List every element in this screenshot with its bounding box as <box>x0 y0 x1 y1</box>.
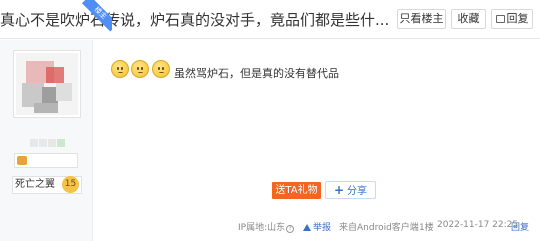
reply-button[interactable]: 回复 <box>491 9 533 29</box>
level-badge: 15 <box>62 176 79 193</box>
share-button-label: 分享 <box>347 186 368 197</box>
post-source: 来自Android客户端 <box>339 223 419 233</box>
host-badge-label: 楼主 <box>81 0 112 32</box>
favorite-button[interactable]: 收藏 <box>451 9 486 29</box>
ip-location: IP属地:山东? <box>238 220 295 233</box>
help-icon[interactable]: ? <box>286 225 295 233</box>
author-sidebar: 死亡之翼 15 <box>0 40 93 241</box>
sad-face-icon <box>131 60 149 78</box>
share-button[interactable]: + 分享 <box>325 181 376 199</box>
avatar[interactable] <box>13 50 81 118</box>
fan-badge-icon <box>17 156 27 165</box>
sad-face-icon <box>152 60 170 78</box>
send-gift-button[interactable]: 送TA礼物 <box>272 182 321 199</box>
sad-face-icon <box>111 60 129 78</box>
plus-icon: + <box>333 183 345 197</box>
thread-title: 真心不是吹炉石传说，炉石真的没对手，竟品们都是些什... <box>0 11 390 29</box>
ip-location-text: IP属地:山东 <box>238 223 286 233</box>
reply-button-label: 回复 <box>506 12 529 25</box>
report-link[interactable]: 举报 <box>303 220 331 233</box>
user-title-name: 死亡之翼 <box>15 179 55 190</box>
reply-icon <box>495 15 505 23</box>
floor-number: 1楼 <box>419 223 434 233</box>
reply-link[interactable]: 回复 <box>511 220 529 233</box>
avatar-image <box>16 53 78 115</box>
only-host-button[interactable]: 只看楼主 <box>397 9 446 29</box>
post-content: 虽然骂炉石，但是真的没有替代品 <box>174 67 339 80</box>
user-title-badge[interactable]: 死亡之翼 15 <box>12 176 82 194</box>
post-timestamp: 2022-11-17 22:25 <box>437 220 519 230</box>
username[interactable] <box>30 132 68 147</box>
user-badge-row <box>14 153 78 168</box>
warning-icon <box>303 224 311 231</box>
report-label: 举报 <box>313 223 332 233</box>
host-badge: 楼主 <box>72 0 112 40</box>
